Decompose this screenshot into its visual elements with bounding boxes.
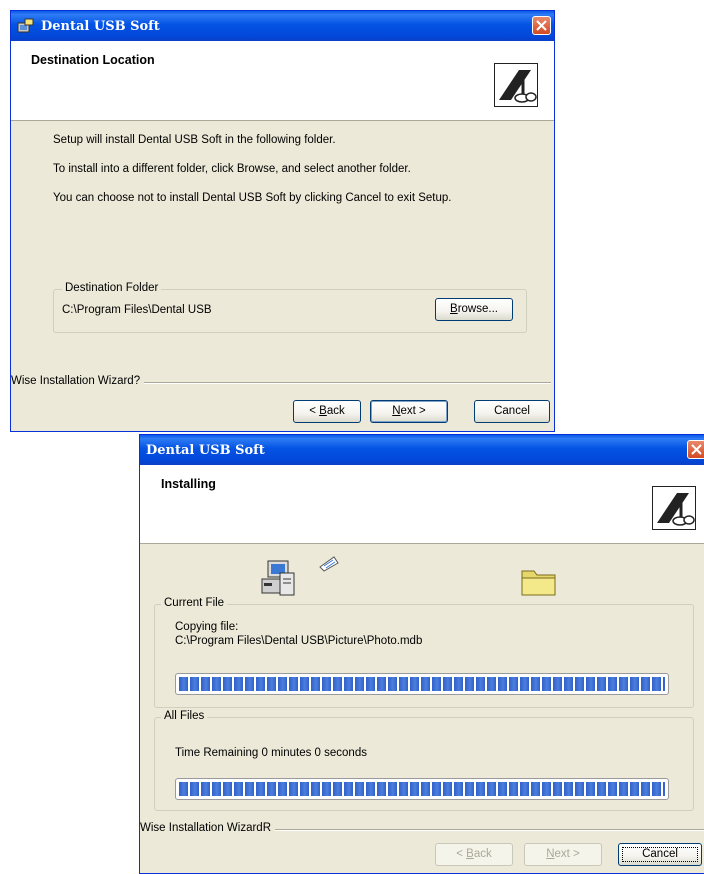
browse-button[interactable]: Browse... [435, 298, 513, 321]
window-title: Dental USB Soft [41, 19, 160, 34]
cancel-button[interactable]: Cancel [474, 400, 550, 423]
back-button[interactable]: < Back [293, 400, 361, 423]
info-line-3: You can choose not to install Dental USB… [53, 192, 452, 204]
back-mnemonic: B [319, 405, 327, 417]
title-bar[interactable]: Dental USB Soft [11, 11, 554, 41]
next-button[interactable]: Next > [370, 400, 448, 423]
destination-folder-label: Destination Folder [62, 282, 162, 294]
wizard-logo-icon [499, 70, 537, 103]
destination-folder-group: Destination Folder C:\Program Files\Dent… [53, 282, 527, 333]
copying-label: Copying file: [175, 621, 239, 633]
close-icon [536, 20, 547, 31]
wizard-footer-label: Wise Installation Wizard? [11, 375, 145, 387]
wizard-logo-installing [652, 486, 696, 530]
all-files-label: All Files [161, 710, 208, 722]
computer-setup-icon [261, 560, 295, 596]
header-panel-installing: Installing [140, 465, 704, 544]
current-file-group: Current File Copying file: C:\Program Fi… [154, 597, 694, 708]
flying-page-icon [319, 556, 339, 572]
back-rest-installing: ack [473, 848, 492, 860]
title-bar-installing[interactable]: Dental USB Soft [140, 435, 704, 465]
close-icon [691, 444, 702, 455]
wizard-logo-icon [657, 493, 695, 526]
page-title: Destination Location [31, 53, 155, 67]
info-line-1: Setup will install Dental USB Soft in th… [53, 134, 336, 146]
back-rest: ack [326, 405, 345, 417]
info-line-2: To install into a different folder, clic… [53, 163, 411, 175]
back-prefix-installing: < [456, 848, 467, 860]
browse-mnemonic: B [450, 303, 458, 315]
next-rest-installing: ext > [554, 848, 580, 860]
all-files-progress [175, 778, 669, 800]
next-mnemonic-installing: N [546, 848, 555, 860]
window-title-installing: Dental USB Soft [146, 443, 265, 458]
cancel-button-installing[interactable]: Cancel [618, 843, 702, 866]
next-mnemonic: N [392, 405, 401, 417]
installing-dialog: Dental USB Soft Installing Current File … [139, 434, 704, 874]
header-panel: Destination Location [11, 41, 554, 121]
wizard-logo [494, 63, 538, 107]
time-remaining: Time Remaining 0 minutes 0 seconds [175, 747, 367, 759]
page-title-installing: Installing [161, 477, 216, 491]
back-mnemonic-installing: B [466, 848, 474, 860]
all-files-group: All Files Time Remaining 0 minutes 0 sec… [154, 710, 694, 811]
current-file-progress [175, 673, 669, 695]
current-file-label: Current File [161, 597, 228, 609]
close-button-installing[interactable] [687, 440, 704, 459]
installer-app-icon [17, 18, 34, 33]
close-button[interactable] [532, 16, 551, 35]
current-file-progress-fill [179, 677, 665, 691]
next-button-installing[interactable]: Next > [524, 843, 602, 866]
copying-path: C:\Program Files\Dental USB\Picture\Phot… [175, 635, 423, 647]
browse-label: rowse... [457, 303, 498, 315]
folder-path: C:\Program Files\Dental USB [62, 304, 212, 316]
destination-location-dialog: Dental USB Soft Destination Location Set… [10, 10, 555, 432]
next-rest: ext > [400, 405, 426, 417]
back-prefix: < [309, 405, 320, 417]
wizard-footer-label-installing: Wise Installation WizardR [140, 822, 276, 834]
back-button-installing[interactable]: < Back [435, 843, 513, 866]
folder-icon [521, 570, 556, 596]
all-files-progress-fill [179, 782, 665, 796]
